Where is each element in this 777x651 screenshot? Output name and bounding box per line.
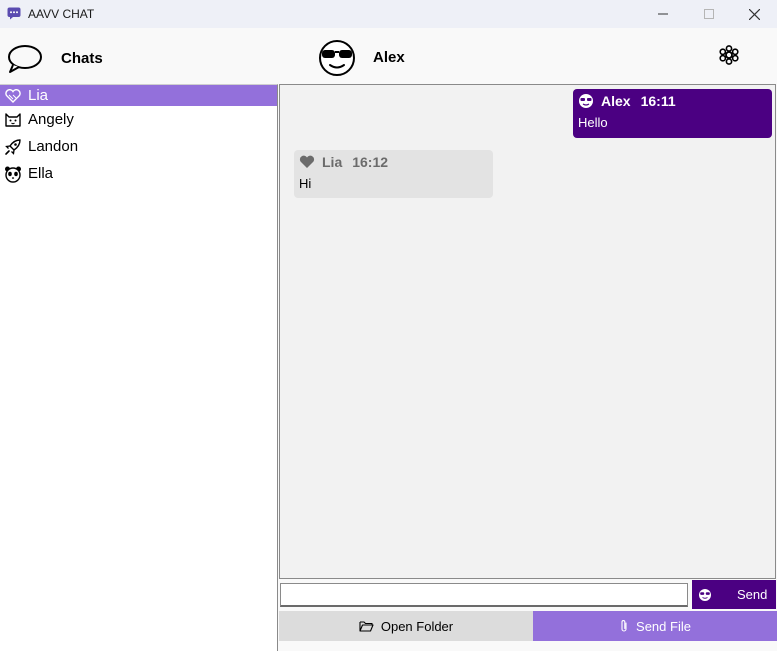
maximize-button[interactable] — [686, 0, 732, 28]
heart-icon — [299, 155, 315, 168]
minimize-button[interactable] — [640, 0, 686, 28]
rocket-icon — [4, 138, 22, 156]
composer: Send — [279, 580, 777, 609]
speech-bubble-icon — [8, 45, 42, 73]
action-bar: Open Folder Send File — [279, 611, 777, 641]
message-incoming: Lia 16:12 Hi — [294, 150, 493, 198]
send-file-button[interactable]: Send File — [533, 611, 777, 641]
panda-face-icon — [4, 165, 22, 183]
message-text: Hi — [299, 176, 312, 191]
message-outgoing: Alex 16:11 Hello — [573, 89, 772, 138]
heart-icon — [4, 87, 22, 105]
folder-icon — [359, 620, 374, 632]
message-time: 16:12 — [352, 154, 389, 170]
message-time: 16:11 — [640, 93, 676, 109]
title-bar: AAVV CHAT — [0, 0, 777, 28]
gear-icon[interactable] — [719, 45, 739, 65]
minimize-icon — [658, 13, 668, 15]
chat-item-label: Angely — [28, 111, 74, 128]
open-folder-label: Open Folder — [380, 618, 454, 634]
cat-face-icon — [4, 111, 22, 129]
message-meta: Alex 16:11 — [578, 93, 767, 109]
header: Chats Alex — [0, 28, 777, 84]
message-area: Alex 16:11 Hello Lia 16:12 Hi — [279, 84, 776, 579]
send-file-label: Send File — [636, 618, 691, 634]
paperclip-icon — [619, 619, 629, 633]
sunglasses-face-icon — [699, 588, 711, 601]
sunglasses-face-icon — [579, 94, 593, 108]
sunglasses-face-icon — [319, 40, 355, 76]
chat-item-label: Lia — [28, 87, 49, 104]
message-meta: Lia 16:12 — [299, 154, 488, 170]
app-window: AAVV CHAT Chats Alex Lia Angely Landon E… — [0, 0, 777, 651]
message-sender: Alex — [601, 93, 631, 109]
chats-heading: Chats — [61, 50, 103, 67]
chat-item-ella[interactable]: Ella — [0, 160, 277, 187]
chat-item-label: Landon — [28, 138, 79, 155]
message-input[interactable] — [280, 583, 688, 607]
contact-name: Alex — [373, 49, 405, 66]
send-button-label: Send — [737, 587, 768, 602]
message-text: Hello — [578, 115, 608, 130]
maximize-icon — [704, 9, 714, 19]
chat-item-label: Ella — [28, 165, 54, 182]
chat-list: Lia Angely Landon Ella — [0, 84, 278, 651]
open-folder-button[interactable]: Open Folder — [279, 611, 533, 641]
send-button[interactable]: Send — [692, 580, 776, 609]
window-title: AAVV CHAT — [28, 7, 95, 21]
chat-app-icon — [7, 7, 21, 20]
message-sender: Lia — [322, 154, 343, 170]
chat-item-landon[interactable]: Landon — [0, 133, 277, 160]
close-button[interactable] — [731, 0, 777, 28]
close-icon — [748, 8, 760, 20]
chat-item-lia[interactable]: Lia — [0, 85, 277, 106]
chat-item-angely[interactable]: Angely — [0, 106, 277, 133]
